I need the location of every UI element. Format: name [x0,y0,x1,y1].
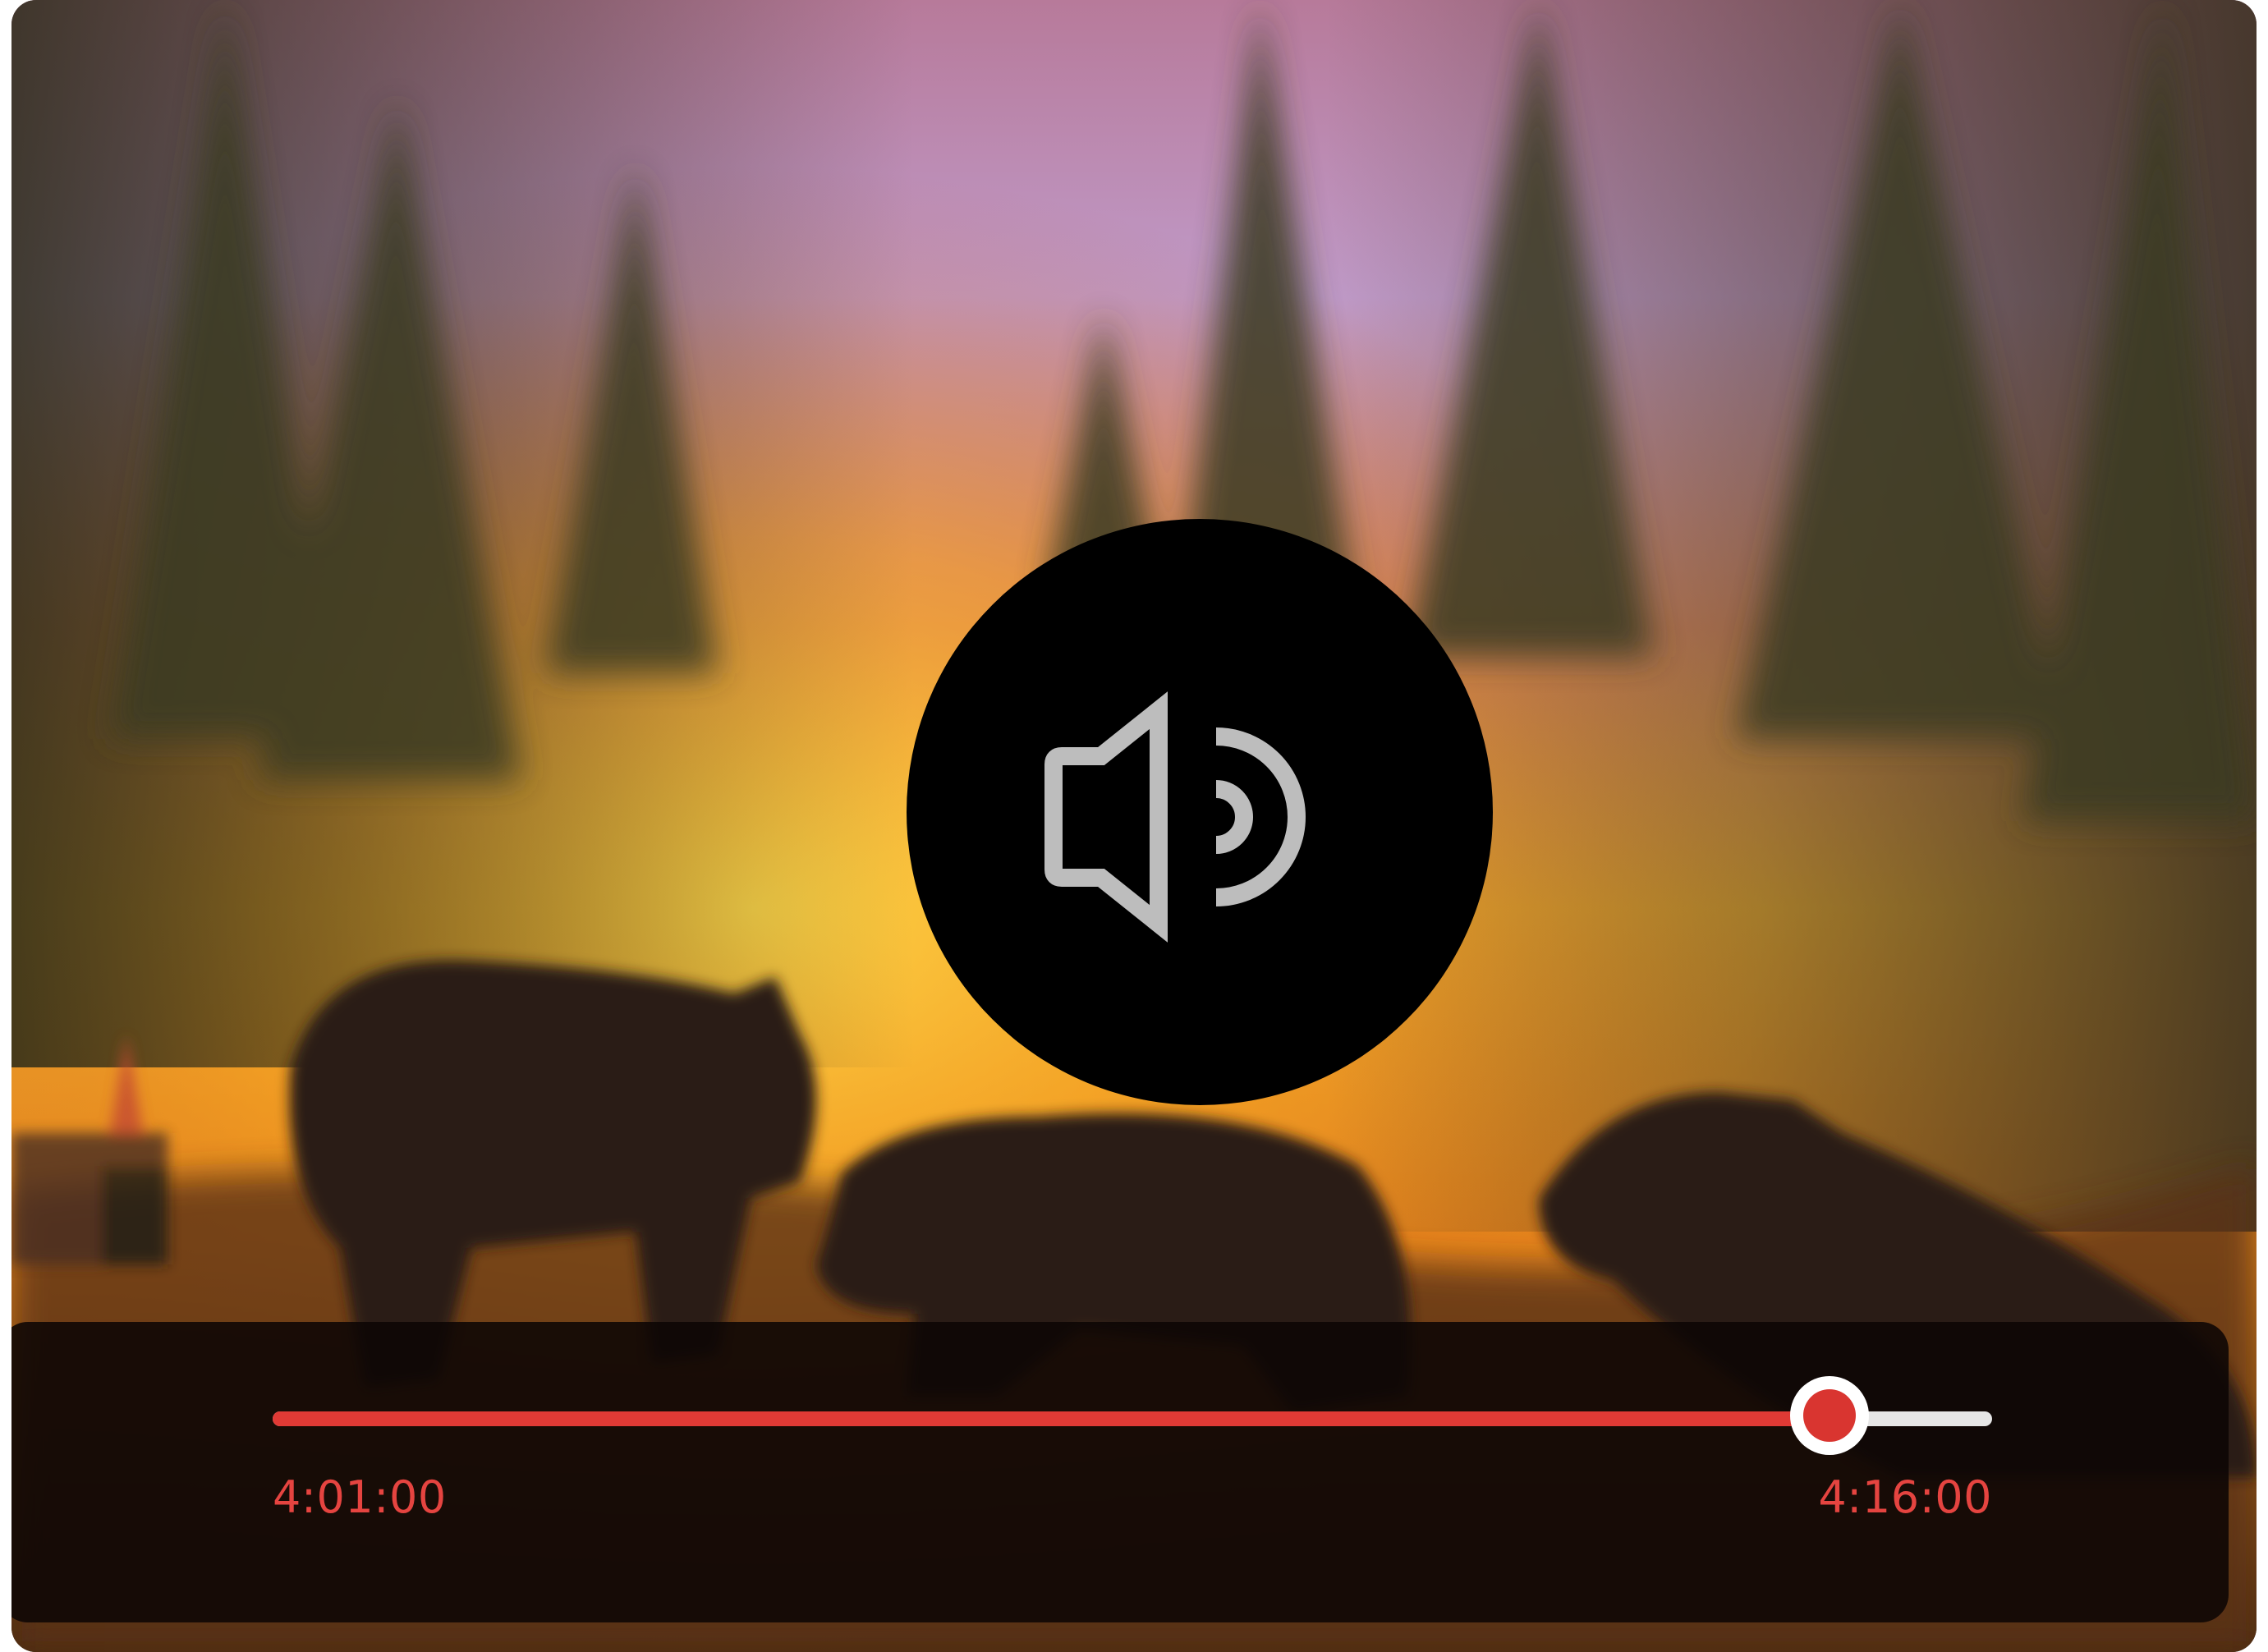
playback-controls-bar: 4:01:00 4:16:00 [11,1322,2229,1622]
total-duration: 4:16:00 [1818,1471,1992,1523]
speaker-volume-icon [1044,691,1306,943]
elapsed-time: 4:01:00 [273,1471,447,1523]
video-player[interactable]: 4:01:00 4:16:00 [11,0,2257,1652]
seek-progress-fill [273,1411,1830,1426]
volume-toggle-button[interactable] [907,519,1493,1105]
seek-thumb[interactable] [1789,1376,1869,1455]
seek-thumb-center [1802,1389,1856,1442]
seek-track[interactable] [273,1411,1992,1426]
